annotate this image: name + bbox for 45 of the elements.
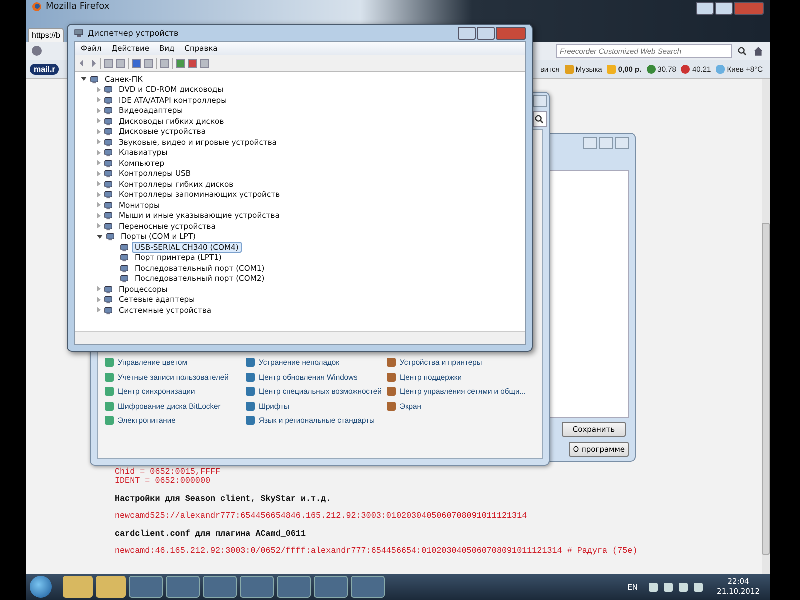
search-field[interactable]: [533, 111, 547, 127]
computer-icon: [74, 28, 84, 38]
device-icon: [104, 222, 113, 231]
mail-logo[interactable]: mail.r: [30, 64, 60, 74]
minimize-button[interactable]: [696, 2, 714, 15]
device-icon: [104, 169, 113, 178]
device-icon: [104, 211, 113, 220]
device-icon: [90, 74, 99, 84]
tray-icon[interactable]: [649, 582, 658, 592]
window-title: Mozilla Firefox: [46, 2, 110, 12]
device-icon: [104, 200, 113, 210]
device-icon: [104, 148, 113, 158]
home-icon[interactable]: [753, 46, 764, 56]
device-icon: [104, 306, 113, 315]
search-icon[interactable]: [535, 114, 544, 124]
start-button[interactable]: [30, 576, 52, 598]
device-icon: [104, 158, 113, 168]
device-icon: [104, 295, 113, 304]
close-button[interactable]: [615, 137, 629, 149]
search-icon[interactable]: [738, 46, 747, 56]
maximize-button[interactable]: [477, 26, 495, 40]
maximize-button[interactable]: [715, 2, 733, 15]
scrollbar[interactable]: [762, 79, 770, 575]
device-icon: [104, 190, 113, 200]
device-icon: [104, 85, 113, 94]
device-icon: [104, 127, 113, 136]
config-line: newcamd525://alexandr777:654456654846.165.212.92:3003:0102030405060708091011121314: [115, 512, 528, 521]
browser-tab[interactable]: https://b: [28, 28, 64, 42]
device-icon: [104, 138, 113, 147]
section-heading: Настройки для Season client, SkyStar и.т.д.: [115, 495, 332, 504]
device-icon: [104, 96, 113, 105]
section-heading: cardclient.conf для плагина ACamd_0611: [115, 530, 306, 539]
config-line: newcamd:46.165.212.92:3003:0/0652/ffff:alexandr777:654456654:0102030405060708091011121314 # Радуга (75e): [115, 547, 638, 556]
help-icon[interactable]: [132, 58, 141, 68]
device-icon: [106, 232, 115, 242]
window-title: Диспетчер устройств: [88, 28, 179, 38]
config-line: IDENT = 0652:000000: [115, 477, 210, 486]
device-icon: [104, 284, 113, 294]
close-button[interactable]: [533, 95, 547, 107]
minimize-button[interactable]: [458, 26, 476, 40]
close-button[interactable]: [496, 26, 526, 40]
device-icon: [104, 106, 113, 116]
config-line: Chid = 0652:0015,FFFF: [115, 468, 221, 477]
device-icon: [104, 180, 113, 189]
device-icon: [104, 116, 113, 126]
